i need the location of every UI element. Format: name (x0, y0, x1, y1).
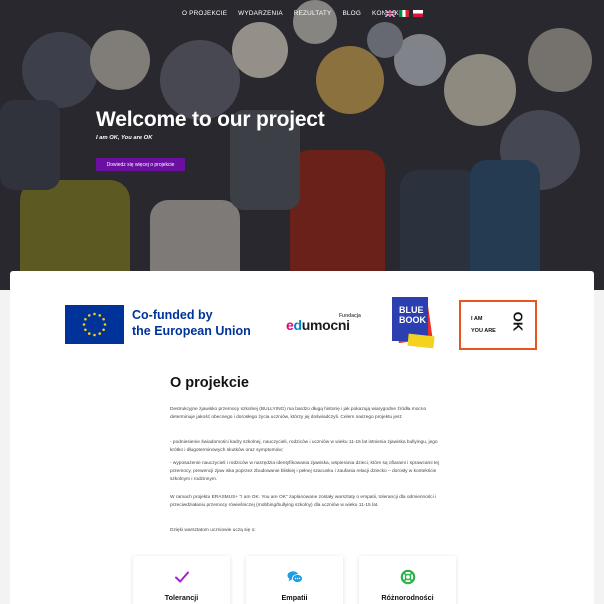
feature-card-tolerancji: Tolerancji (133, 556, 230, 604)
feature-label: Tolerancji (164, 593, 199, 602)
nav-item-blog[interactable]: BLOG (342, 10, 361, 17)
about-paragraph-3: - wyposażenie nauczycieli i rodziców w n… (170, 461, 440, 482)
about-paragraph-5: Dzięki warsztatom uczniowie uczą się o: (170, 528, 256, 533)
bluebook-text-1: BLUE (399, 305, 424, 315)
feature-card-roznorodnosci: Różnorodności (359, 556, 456, 604)
iamok-ok: OK (509, 311, 525, 332)
i-am-ok-logo: I AM YOU ARE OK (459, 300, 537, 350)
eu-text-line1: Co-funded by (132, 308, 213, 322)
feature-label: Empatii (281, 593, 308, 602)
uk-flag-icon[interactable] (385, 10, 395, 17)
check-icon (174, 571, 189, 583)
eu-flag-icon (65, 305, 124, 344)
edumocni-logo: edumocni (286, 317, 350, 333)
about-paragraph-1: Destrukcyjne zjawisko przemocy szkolnej … (170, 407, 427, 420)
nav-item-o-projekcie[interactable]: O PROJEKCIE (182, 10, 227, 17)
eu-text-line2: the European Union (132, 324, 251, 338)
poland-flag-icon[interactable] (413, 10, 423, 17)
language-switcher (385, 10, 423, 17)
nav-menu: O PROJEKCIE WYDARZENIA REZULTATY BLOG KO… (182, 10, 414, 17)
hero-overlay (0, 0, 604, 290)
hero-section: O PROJEKCIE WYDARZENIA REZULTATY BLOG KO… (0, 0, 604, 290)
hero-title: Welcome to our project (96, 108, 325, 131)
nav-item-rezultaty[interactable]: REZULTATY (294, 10, 332, 17)
hero-subtitle: I am OK, You are OK (96, 135, 153, 141)
about-title: O projekcie (170, 375, 249, 391)
lifebuoy-icon (400, 569, 415, 585)
chat-bubbles-icon (287, 571, 303, 583)
bluebook-logo: BLUE BOOK (392, 297, 435, 349)
top-navigation: O PROJEKCIE WYDARZENIA REZULTATY BLOG KO… (0, 0, 604, 28)
iamok-line1: I AM (471, 316, 483, 322)
about-paragraph-4: W ramach projektu ERASMUS+ "I am OK. You… (170, 495, 437, 508)
feature-card-empatii: Empatii (246, 556, 343, 604)
eu-cofunded-text: Co-funded by the European Union (132, 307, 251, 339)
content-card: Co-funded by the European Union Fundacja… (10, 271, 594, 604)
bluebook-text-2: BOOK (399, 315, 427, 325)
nav-item-wydarzenia[interactable]: WYDARZENIA (238, 10, 283, 17)
about-paragraph-2: - podniesienie świadomości kadry szkolne… (170, 440, 438, 453)
feature-label: Różnorodności (381, 593, 434, 602)
iamok-line2: YOU ARE (471, 328, 496, 334)
learn-more-button[interactable]: Dowiedz się więcej o projekcie (96, 158, 185, 171)
italy-flag-icon[interactable] (399, 10, 409, 17)
